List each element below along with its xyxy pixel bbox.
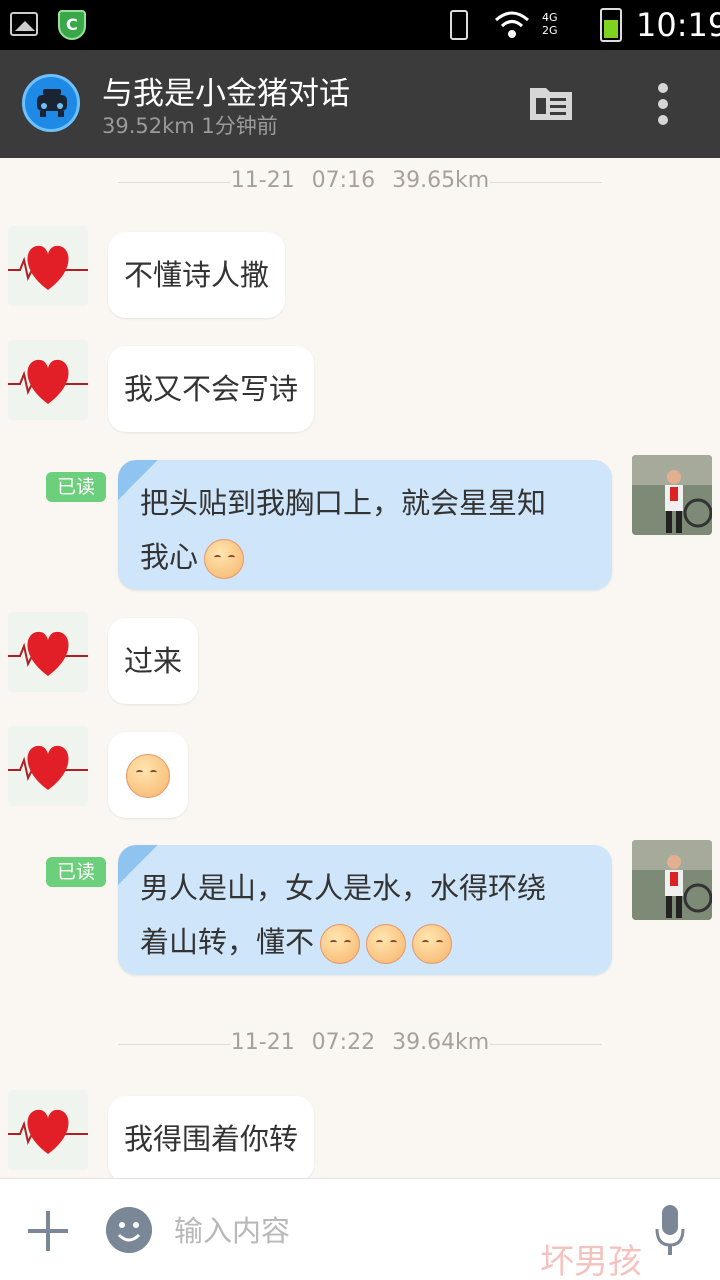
network-4g-label: 4G [542, 11, 558, 24]
more-options-icon[interactable] [648, 80, 678, 126]
incoming-message[interactable]: 我得围着你转 [108, 1096, 315, 1182]
message-text-line2: 着山转，懂不 [140, 925, 315, 959]
smug-emoji-icon [412, 924, 453, 964]
taxi-icon [37, 89, 67, 117]
chat-header: 与我是小金猪对话 39.52km 1分钟前 [0, 50, 720, 158]
outgoing-message[interactable]: 把头贴到我胸口上，就会星星知 我心 [118, 460, 612, 590]
profile-card-icon[interactable] [528, 84, 574, 122]
heart-avatar-icon [8, 1109, 88, 1154]
heart-avatar-icon [8, 745, 88, 790]
my-avatar[interactable] [632, 455, 712, 535]
sender-avatar[interactable] [8, 226, 88, 306]
time-divider-text: 11-21 07:16 39.65km [230, 168, 490, 193]
network-2g-label: 2G [542, 24, 558, 37]
contact-avatar[interactable] [22, 74, 80, 132]
sender-avatar[interactable] [8, 1090, 88, 1170]
microphone-icon[interactable] [654, 1205, 686, 1259]
shy-emoji-icon [126, 754, 170, 798]
my-avatar[interactable] [632, 840, 712, 920]
incoming-message[interactable]: 我又不会写诗 [108, 346, 315, 432]
time-divider: 11-21 07:16 39.65km [0, 168, 720, 198]
chat-subtitle: 39.52km 1分钟前 [102, 114, 278, 138]
smug-emoji-icon [366, 924, 407, 964]
incoming-emoji-message[interactable] [108, 732, 188, 818]
heart-avatar-icon [8, 631, 88, 676]
crown-icon [118, 460, 158, 500]
gallery-notification-icon [10, 12, 38, 36]
incoming-message[interactable]: 过来 [108, 618, 199, 704]
message-input[interactable] [174, 1209, 594, 1253]
phone-vibrate-icon [450, 10, 468, 40]
sender-avatar[interactable] [8, 612, 88, 692]
message-text: 过来 [124, 644, 183, 678]
clock: 10:19 [636, 6, 720, 44]
sender-avatar[interactable] [8, 340, 88, 420]
network-indicator: 4G 2G [542, 11, 558, 37]
person-photo-icon [632, 840, 712, 920]
time-divider-text: 11-21 07:22 39.64km [230, 1030, 490, 1055]
person-photo-icon [632, 455, 712, 535]
crown-icon [118, 845, 158, 885]
watermark-text: 坏男孩 [540, 1242, 642, 1280]
emoji-picker-icon[interactable] [106, 1207, 152, 1253]
message-text-line1: 把头贴到我胸口上，就会星星知 [140, 486, 547, 520]
read-badge: 已读 [46, 857, 106, 887]
time-divider: 11-21 07:22 39.64km [0, 1030, 720, 1060]
heart-avatar-icon [8, 359, 88, 404]
message-text: 不懂诗人撒 [124, 258, 270, 292]
outgoing-message[interactable]: 男人是山，女人是水，水得环绕 着山转，懂不 [118, 845, 612, 975]
smug-emoji-icon [320, 924, 361, 964]
message-text-line2: 我心 [140, 540, 199, 574]
message-text: 我得围着你转 [124, 1122, 299, 1156]
smile-emoji-icon [204, 539, 245, 579]
security-shield-icon [58, 10, 86, 40]
wifi-icon [495, 11, 529, 38]
plus-icon[interactable] [28, 1211, 68, 1251]
heart-avatar-icon [8, 245, 88, 290]
incoming-message[interactable]: 不懂诗人撒 [108, 232, 286, 318]
message-text-line1: 男人是山，女人是水，水得环绕 [140, 871, 547, 905]
read-badge: 已读 [46, 472, 106, 502]
message-text: 我又不会写诗 [124, 372, 299, 406]
chat-title: 与我是小金猪对话 [102, 76, 350, 112]
status-bar: 4G 2G 10:19 [0, 0, 720, 50]
sender-avatar[interactable] [8, 726, 88, 806]
battery-icon [600, 8, 622, 42]
